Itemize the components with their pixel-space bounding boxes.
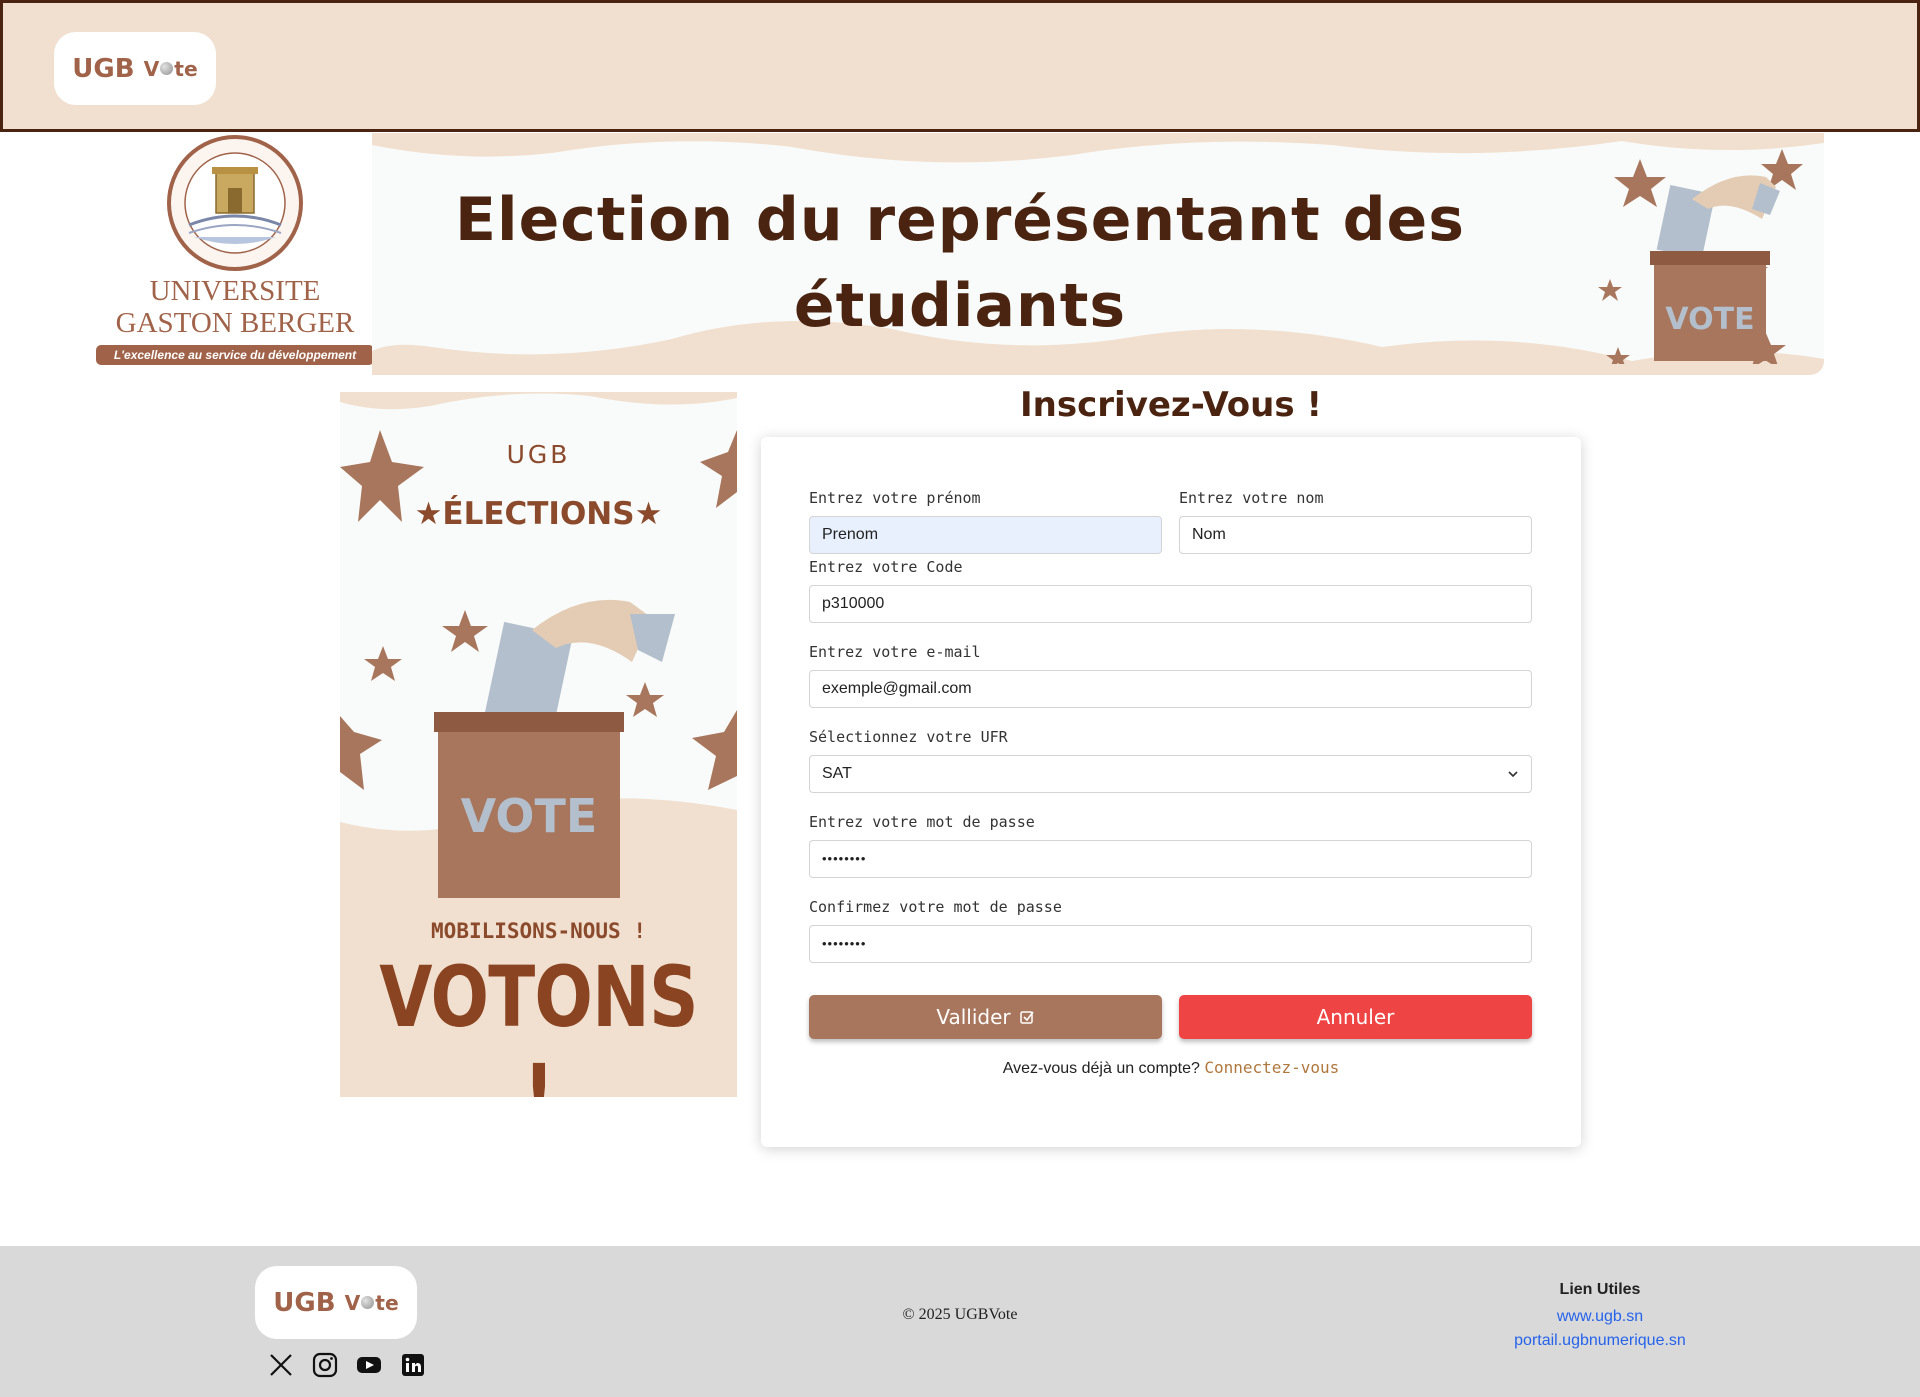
copyright: © 2025 UGBVote	[902, 1306, 1018, 1323]
instagram-icon[interactable]	[312, 1352, 338, 1378]
confirm-password-input[interactable]: ••••••••	[809, 925, 1532, 963]
confirm-password-label: Confirmez votre mot de passe	[809, 898, 1062, 916]
footer: UGB Vte © 2025 UGBVote Lien Utiles www.u…	[0, 1246, 1920, 1397]
election-poster: VOTE UGB ★ÉLECTIONS★ MOBILISONS-NOUS ! V…	[340, 392, 737, 1097]
poster-mobilisons: MOBILISONS-NOUS !	[431, 919, 646, 943]
youtube-icon[interactable]	[356, 1352, 382, 1378]
email-input[interactable]	[809, 670, 1532, 708]
hero-title: Election du représentant des étudiants	[455, 185, 1465, 341]
prenom-label: Entrez votre prénom	[809, 489, 981, 507]
link-ugb[interactable]: www.ugb.sn	[1470, 1305, 1730, 1329]
logo-text-te: te	[174, 56, 198, 81]
ufr-select[interactable]: SAT	[809, 755, 1532, 793]
poster-box-label: VOTE	[461, 789, 598, 843]
university-tagline: L'excellence au service du développement	[96, 345, 374, 365]
useful-links: Lien Utiles www.ugb.sn portail.ugbnumeri…	[1470, 1281, 1730, 1353]
x-icon[interactable]	[268, 1352, 294, 1378]
linkedin-icon[interactable]	[400, 1352, 426, 1378]
signup-form: Entrez votre prénom Entrez votre nom Ent…	[761, 437, 1581, 1147]
university-logo: UNIVERSITE GASTON BERGER L'excellence au…	[94, 133, 376, 373]
chevron-down-icon	[1508, 771, 1518, 778]
login-question: Avez-vous déjà un compte?	[1002, 1060, 1200, 1077]
link-portail[interactable]: portail.ugbnumerique.sn	[1470, 1329, 1730, 1353]
vote-box-illustration: VOTE	[1598, 149, 1803, 364]
password-label: Entrez votre mot de passe	[809, 813, 1035, 831]
check-square-icon	[1019, 1011, 1034, 1024]
email-label: Entrez votre e-mail	[809, 643, 981, 661]
logo-text-ugb: UGB	[72, 53, 135, 84]
form-title: Inscrivez-Vous !	[1020, 385, 1322, 425]
footer-logo-text-v: V	[344, 1290, 361, 1315]
social-links	[268, 1352, 426, 1378]
logo-text-v: V	[143, 56, 160, 81]
nom-label: Entrez votre nom	[1179, 489, 1324, 507]
footer-logo-text-ugb: UGB	[273, 1287, 336, 1318]
poster-votons: VOTONS !	[379, 948, 698, 1097]
ufr-label: Sélectionnez votre UFR	[809, 728, 1008, 746]
footer-ugbvote-logo[interactable]: UGB Vte	[255, 1266, 417, 1339]
prenom-input[interactable]	[809, 516, 1162, 554]
navbar: UGB Vte	[0, 0, 1920, 132]
hero-box-label: VOTE	[1665, 302, 1754, 337]
login-link[interactable]: Connectez-vous	[1204, 1058, 1339, 1077]
ballot-dot-icon	[160, 62, 174, 75]
cancel-button[interactable]: Annuler	[1179, 995, 1532, 1039]
poster-elections: ★ÉLECTIONS★	[414, 496, 663, 532]
university-name-line1: UNIVERSITE	[149, 275, 321, 307]
cancel-label: Annuler	[1316, 1005, 1395, 1029]
university-name-line2: GASTON BERGER	[115, 307, 355, 339]
footer-ballot-dot-icon	[361, 1296, 375, 1309]
hero-banner: Election du représentant des étudiants V…	[372, 133, 1824, 375]
poster-ugb: UGB	[506, 440, 571, 469]
submit-button[interactable]: Vallider	[809, 995, 1162, 1039]
ugbvote-logo[interactable]: UGB Vte	[54, 32, 216, 105]
ufr-selected-value: SAT	[822, 765, 852, 782]
password-input[interactable]: ••••••••	[809, 840, 1532, 878]
code-label: Entrez votre Code	[809, 558, 963, 576]
submit-label: Vallider	[936, 1005, 1011, 1029]
login-prompt: Avez-vous déjà un compte? Connectez-vous	[761, 1058, 1581, 1078]
nom-input[interactable]	[1179, 516, 1532, 554]
useful-links-title: Lien Utiles	[1559, 1281, 1641, 1298]
code-input[interactable]	[809, 585, 1532, 623]
footer-logo-text-te: te	[375, 1290, 399, 1315]
